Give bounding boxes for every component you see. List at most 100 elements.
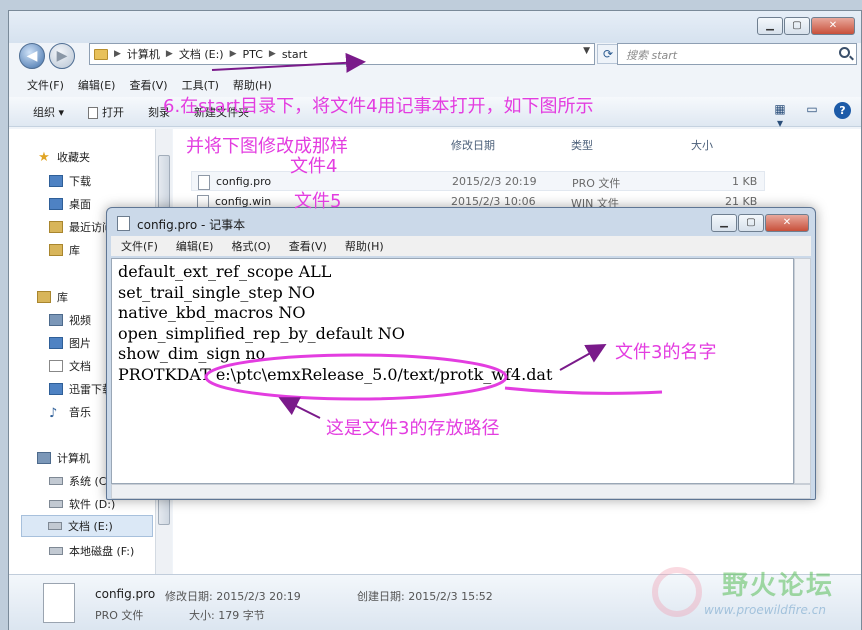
breadcrumb-start[interactable]: start	[282, 48, 308, 61]
nav-downloads[interactable]: 下载	[49, 173, 153, 189]
breadcrumb-drive-e[interactable]: 文档 (E:)	[179, 46, 224, 62]
breadcrumb-ptc[interactable]: PTC	[243, 48, 263, 61]
drive-icon	[49, 500, 63, 508]
text-line: native_kbd_macros NO	[118, 303, 306, 323]
nav-label: 图片	[69, 337, 91, 350]
library-icon	[49, 244, 63, 256]
back-button[interactable]: ◀	[19, 43, 45, 69]
details-modified: 修改日期: 2015/2/3 20:19	[165, 590, 301, 603]
text-line: set_trail_single_step NO	[118, 282, 315, 302]
refresh-button[interactable]: ⟳	[597, 44, 619, 64]
notepad-menu-file[interactable]: 文件(F)	[121, 238, 158, 254]
address-bar[interactable]: ▶ 计算机 ▶ 文档 (E:) ▶ PTC ▶ start ▼	[89, 43, 595, 65]
annotation-file3-name: 文件3的名字	[615, 342, 717, 363]
menu-file[interactable]: 文件(F)	[27, 77, 64, 95]
notepad-icon	[117, 216, 130, 231]
watermark-url: www.proewildfire.cn	[704, 603, 826, 617]
text-line: PROTKDAT e:\ptc\emxRelease_5.0/text/prot…	[118, 364, 553, 384]
file-date: 2015/2/3 20:19	[452, 175, 537, 188]
file-name: config.pro	[216, 175, 272, 188]
nav-favorites[interactable]: ★ 收藏夹	[37, 149, 157, 165]
nav-label: 下载	[69, 175, 91, 188]
nav-label: 桌面	[69, 198, 91, 211]
chevron-right-icon: ▶	[229, 49, 237, 59]
notepad-vertical-scrollbar[interactable]	[794, 258, 811, 484]
toolbar-right: ▦ ▾ ▭ ?	[770, 102, 851, 130]
recent-places-icon	[49, 221, 63, 233]
details-size: 大小: 179 字节	[189, 609, 265, 622]
file-type: PRO 文件	[572, 177, 621, 190]
chevron-right-icon: ▶	[268, 49, 276, 59]
nav-label: 视频	[69, 314, 91, 327]
search-icon[interactable]	[839, 47, 850, 58]
notepad-menu-view[interactable]: 查看(V)	[289, 238, 327, 254]
column-date[interactable]: 修改日期	[451, 137, 495, 153]
search-placeholder: 搜索 start	[626, 49, 678, 62]
drive-icon	[48, 522, 62, 530]
annotation-file5: 文件5	[294, 191, 342, 212]
download-folder-icon	[49, 175, 63, 187]
nav-label: 文档	[69, 360, 91, 373]
text-line: default_ext_ref_scope ALL	[118, 262, 332, 281]
notepad-close-button[interactable]: ✕	[765, 214, 809, 232]
watermark: 野火论坛 www.proewildfire.cn	[652, 563, 852, 623]
music-icon: ♪	[49, 406, 58, 420]
explorer-window-controls: ▁ ▢ ✕	[757, 17, 855, 35]
chevron-right-icon: ▶	[114, 49, 121, 59]
notepad-text-area[interactable]: default_ext_ref_scope ALL set_trail_singl…	[111, 258, 794, 484]
notepad-horizontal-scrollbar[interactable]	[111, 484, 811, 499]
maximize-button[interactable]: ▢	[784, 17, 810, 35]
star-icon: ★	[38, 149, 50, 165]
library-icon	[37, 291, 51, 303]
forward-button[interactable]: ▶	[49, 43, 75, 69]
search-input[interactable]: 搜索 start	[617, 43, 857, 65]
file-row[interactable]: config.pro 2015/2/3 20:19 PRO 文件 1 KB	[191, 171, 765, 191]
minimize-button[interactable]: ▁	[757, 17, 783, 35]
file-size: 1 KB	[732, 175, 758, 188]
annotation-file4: 文件4	[290, 156, 338, 177]
notepad-maximize-button[interactable]: ▢	[738, 214, 764, 232]
address-row: ◀ ▶ ▶ 计算机 ▶ 文档 (E:) ▶ PTC ▶ start ▼ ⟳ 搜索…	[9, 41, 861, 77]
view-options-icon[interactable]: ▦ ▾	[770, 102, 790, 130]
details-created: 创建日期: 2015/2/3 15:52	[357, 590, 493, 603]
drive-icon	[49, 547, 63, 555]
nav-label: 文档 (E:)	[68, 520, 113, 533]
help-icon[interactable]: ?	[834, 102, 851, 119]
nav-label: 收藏夹	[57, 151, 90, 164]
notepad-menubar: 文件(F) 编辑(E) 格式(O) 查看(V) 帮助(H)	[111, 236, 811, 256]
breadcrumb-computer[interactable]: 计算机	[127, 46, 160, 62]
drive-icon	[49, 477, 63, 485]
open-icon	[88, 106, 99, 119]
pictures-icon	[49, 337, 63, 349]
organize-button[interactable]: 组织 ▾	[33, 104, 64, 120]
thunder-icon	[49, 383, 63, 395]
documents-icon	[49, 360, 63, 372]
chevron-right-icon: ▶	[165, 49, 173, 59]
open-button[interactable]: 打开	[88, 104, 124, 120]
column-size[interactable]: 大小	[691, 137, 713, 153]
close-button[interactable]: ✕	[811, 17, 855, 35]
preview-pane-icon[interactable]: ▭	[802, 102, 822, 120]
notepad-menu-edit[interactable]: 编辑(E)	[176, 238, 214, 254]
notepad-menu-help[interactable]: 帮助(H)	[345, 238, 384, 254]
notepad-minimize-button[interactable]: ▁	[711, 214, 737, 232]
desktop-icon	[49, 198, 63, 210]
forward-arrow-icon: ▶	[56, 48, 68, 64]
nav-label: 库	[57, 291, 68, 304]
details-file-type: PRO 文件	[95, 609, 144, 622]
watermark-logo-icon	[652, 567, 702, 617]
notepad-menu-format[interactable]: 格式(O)	[231, 238, 270, 254]
details-file-name: config.pro	[95, 587, 156, 601]
file-icon	[198, 175, 210, 190]
menu-view[interactable]: 查看(V)	[129, 77, 167, 95]
address-dropdown-icon[interactable]: ▼	[583, 46, 590, 56]
column-type[interactable]: 类型	[571, 137, 593, 153]
nav-drive-e[interactable]: 文档 (E:)	[21, 515, 153, 537]
annotation-step-line1: 6.在start目录下，将文件4用记事本打开，如下图所示	[163, 96, 594, 117]
file-preview-icon	[43, 583, 75, 623]
explorer-titlebar	[9, 11, 861, 43]
nav-label: 库	[69, 244, 80, 257]
nav-drive-f[interactable]: 本地磁盘 (F:)	[49, 543, 153, 559]
video-icon	[49, 314, 63, 326]
menu-edit[interactable]: 编辑(E)	[78, 77, 116, 95]
